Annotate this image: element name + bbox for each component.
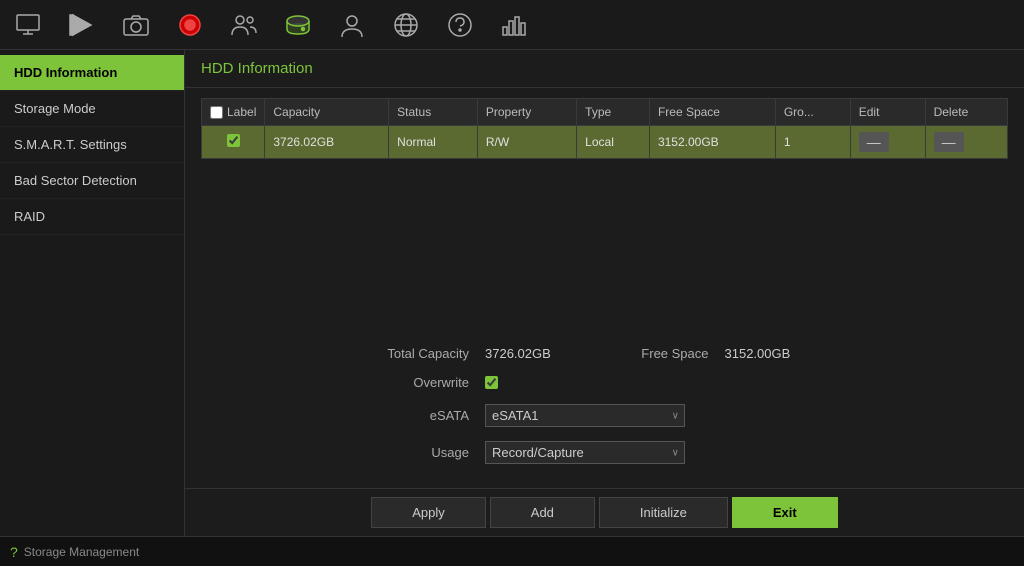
header-checkbox[interactable]	[210, 106, 223, 119]
esata-select-wrap[interactable]: eSATA1	[485, 404, 685, 427]
esata-select[interactable]: eSATA1	[485, 404, 685, 427]
capacity-row: Total Capacity 3726.02GB Free Space 3152…	[365, 346, 844, 361]
row-capacity: 3726.02GB	[265, 126, 389, 159]
row-free-space: 3152.00GB	[649, 126, 775, 159]
overwrite-checkbox[interactable]	[485, 376, 498, 389]
row-checkbox-cell	[202, 126, 265, 159]
sidebar-item-hdd-information[interactable]: HDD Information	[0, 55, 184, 91]
edit-button[interactable]: —	[859, 132, 889, 152]
hdd-icon[interactable]	[280, 7, 316, 43]
initialize-button[interactable]: Initialize	[599, 497, 728, 528]
camera-icon[interactable]	[118, 7, 154, 43]
hdd-table-area: Label Capacity Status Property Type Free…	[185, 88, 1024, 169]
row-group: 1	[775, 126, 850, 159]
free-space-group: Free Space 3152.00GB	[605, 346, 845, 361]
th-edit: Edit	[850, 99, 925, 126]
th-delete: Delete	[925, 99, 1007, 126]
table-row[interactable]: 3726.02GB Normal R/W Local 3152.00GB 1 —…	[202, 126, 1008, 159]
overwrite-row: Overwrite	[365, 375, 844, 390]
row-checkbox[interactable]	[227, 134, 240, 147]
usage-select-wrap[interactable]: Record/Capture	[485, 441, 685, 464]
record-icon[interactable]	[172, 7, 208, 43]
sidebar-item-smart-settings[interactable]: S.M.A.R.T. Settings	[0, 127, 184, 163]
button-row: Apply Add Initialize Exit	[185, 488, 1024, 536]
th-capacity: Capacity	[265, 99, 389, 126]
hdd-table: Label Capacity Status Property Type Free…	[201, 98, 1008, 159]
content-area: HDD Information Label Capacity Status	[185, 50, 1024, 536]
apply-button[interactable]: Apply	[371, 497, 486, 528]
user-icon[interactable]	[334, 7, 370, 43]
content-title: HDD Information	[185, 50, 1024, 88]
total-capacity-group: Total Capacity 3726.02GB	[365, 346, 605, 361]
usage-row: Usage Record/Capture	[365, 441, 844, 464]
th-group: Gro...	[775, 99, 850, 126]
free-space-label: Free Space	[605, 346, 725, 361]
usage-select[interactable]: Record/Capture	[485, 441, 685, 464]
main-area: HDD Information Storage Mode S.M.A.R.T. …	[0, 50, 1024, 536]
sidebar-item-bad-sector[interactable]: Bad Sector Detection	[0, 163, 184, 199]
help-icon[interactable]	[442, 7, 478, 43]
add-button[interactable]: Add	[490, 497, 595, 528]
network-icon[interactable]	[388, 7, 424, 43]
usage-label: Usage	[365, 445, 485, 460]
playback-icon[interactable]	[64, 7, 100, 43]
row-property: R/W	[477, 126, 576, 159]
overwrite-label: Overwrite	[365, 375, 485, 390]
total-capacity-label: Total Capacity	[365, 346, 485, 361]
th-status: Status	[389, 99, 478, 126]
sidebar-item-storage-mode[interactable]: Storage Mode	[0, 91, 184, 127]
monitor-icon[interactable]	[10, 7, 46, 43]
free-space-value: 3152.00GB	[725, 346, 845, 361]
delete-button[interactable]: —	[934, 132, 964, 152]
info-area: Total Capacity 3726.02GB Free Space 3152…	[185, 169, 1024, 488]
th-checkbox: Label	[202, 99, 265, 126]
row-type: Local	[577, 126, 650, 159]
th-type: Type	[577, 99, 650, 126]
esata-row: eSATA eSATA1	[365, 404, 844, 427]
toolbar	[0, 0, 1024, 50]
exit-button[interactable]: Exit	[732, 497, 838, 528]
esata-label: eSATA	[365, 408, 485, 423]
status-bar: ? Storage Management	[0, 536, 1024, 566]
row-status: Normal	[389, 126, 478, 159]
th-property: Property	[477, 99, 576, 126]
sidebar: HDD Information Storage Mode S.M.A.R.T. …	[0, 50, 185, 536]
status-text: Storage Management	[24, 545, 139, 559]
stats-icon[interactable]	[496, 7, 532, 43]
status-help-icon: ?	[10, 544, 18, 560]
row-edit[interactable]: —	[850, 126, 925, 159]
people-icon[interactable]	[226, 7, 262, 43]
sidebar-item-raid[interactable]: RAID	[0, 199, 184, 235]
total-capacity-value: 3726.02GB	[485, 346, 605, 361]
th-free-space: Free Space	[649, 99, 775, 126]
row-delete[interactable]: —	[925, 126, 1007, 159]
